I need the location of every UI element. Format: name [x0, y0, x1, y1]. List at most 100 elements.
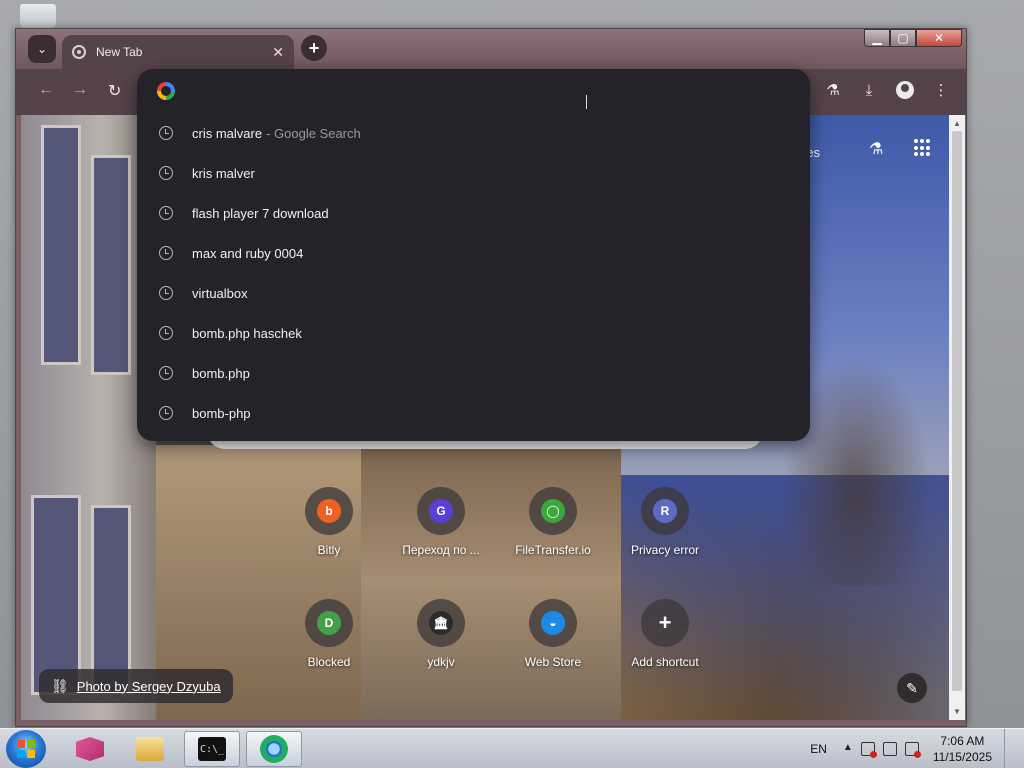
suggestion-item[interactable]: cris malvare - Google Search	[137, 113, 810, 153]
start-button[interactable]	[6, 730, 46, 768]
taskbar-file-explorer[interactable]	[122, 731, 178, 767]
customize-button[interactable]: ✎	[897, 673, 927, 703]
taskbar: C:\_ EN ▲ 7:06 AM 11/15/2025	[0, 728, 1024, 768]
omnibox-dropdown: cris malvare - Google Search kris malver fl…	[137, 69, 810, 441]
omnibox-input-row	[137, 69, 810, 113]
tab-close-button[interactable]: ✕	[272, 44, 284, 61]
photo-credit-link[interactable]: ⛓ Photo by Sergey Dzyuba	[39, 669, 233, 703]
action-center-icon[interactable]	[860, 742, 877, 758]
suggestion-text: bomb.php haschek	[192, 325, 302, 341]
download-icon[interactable]: ⤓	[858, 79, 880, 101]
chrome-icon	[72, 45, 86, 59]
tray-icons: ▲	[843, 742, 921, 758]
history-icon	[159, 246, 173, 260]
chrome-icon	[260, 735, 288, 763]
shortcut-tile[interactable]: ◒ Web Store	[503, 599, 603, 669]
shortcut-label: Переход по ...	[402, 543, 480, 557]
scrollbar-thumb[interactable]	[952, 131, 962, 691]
shortcut-icon-wrap: R	[641, 487, 689, 535]
history-icon	[159, 406, 173, 420]
suggestion-item[interactable]: virtualbox	[137, 273, 810, 313]
tab-new-tab[interactable]: New Tab ✕	[62, 35, 294, 69]
title-bar[interactable]: ⌄ New Tab ✕ + ▁ ▢ ✕	[16, 29, 966, 69]
shortcut-label: Bitly	[317, 543, 341, 557]
volume-icon[interactable]	[904, 742, 921, 758]
network-icon[interactable]	[882, 742, 897, 756]
history-icon	[159, 326, 173, 340]
shortcut-tile[interactable]: 🏛 ydkjv	[391, 599, 491, 669]
scroll-up-icon[interactable]: ▲	[953, 119, 961, 128]
shortcut-tile[interactable]: R Privacy error	[615, 487, 715, 557]
suggestion-source: - Google Search	[266, 125, 361, 141]
suggestion-item[interactable]: bomb.php haschek	[137, 313, 810, 353]
shortcut-tile[interactable]: b Bitly	[279, 487, 379, 557]
page-scrollbar[interactable]: ▲ ▼	[949, 115, 965, 720]
menu-button[interactable]: ⋮	[930, 79, 952, 101]
maximize-button[interactable]: ▢	[890, 29, 916, 47]
suggestion-item[interactable]: flash player 7 download	[137, 193, 810, 233]
reload-button[interactable]: ↻	[108, 81, 121, 101]
shortcut-icon: G	[429, 499, 453, 523]
shortcut-tile[interactable]: ◯ FileTransfer.io	[503, 487, 603, 557]
taskbar-app-1[interactable]	[62, 731, 118, 767]
profile-button[interactable]	[894, 79, 916, 101]
taskbar-command-prompt[interactable]: C:\_	[184, 731, 240, 767]
shortcut-tile[interactable]: + Add shortcut	[615, 599, 715, 669]
address-bar-input[interactable]	[187, 79, 747, 103]
shortcut-icon: ◯	[541, 499, 565, 523]
shortcut-icon: 🏛	[429, 611, 453, 635]
back-button[interactable]: ←	[38, 81, 54, 99]
shortcut-label: ydkjv	[427, 655, 455, 669]
photo-credit-text: Photo by Sergey Dzyuba	[76, 678, 221, 694]
shortcut-tile[interactable]: G Переход по ...	[391, 487, 491, 557]
shortcut-label: Web Store	[524, 655, 582, 669]
history-icon	[159, 166, 173, 180]
minimize-button[interactable]: ▁	[864, 29, 890, 47]
avatar-icon	[896, 81, 914, 99]
scroll-down-icon[interactable]: ▼	[953, 707, 961, 716]
google-icon	[157, 82, 175, 100]
suggestion-text: flash player 7 download	[192, 205, 329, 221]
system-tray: EN ▲ 7:06 AM 11/15/2025	[810, 729, 1014, 768]
suggestion-item[interactable]: max and ruby 0004	[137, 233, 810, 273]
link-icon: ⛓	[51, 677, 69, 694]
suggestion-text: bomb-php	[192, 405, 251, 421]
forward-button[interactable]: →	[72, 81, 88, 99]
shortcut-tile[interactable]: D Blocked	[279, 599, 379, 669]
tab-search-button[interactable]: ⌄	[28, 35, 56, 63]
suggestion-text: bomb.php	[192, 365, 250, 381]
clock-date: 11/15/2025	[932, 750, 992, 764]
history-icon	[159, 286, 173, 300]
apps-grid-icon[interactable]	[914, 139, 932, 157]
language-indicator[interactable]: EN	[810, 742, 827, 756]
suggestion-text: cris malvare	[192, 125, 263, 141]
new-tab-button[interactable]: +	[301, 35, 327, 61]
terminal-icon: C:\_	[198, 737, 226, 761]
suggestion-text: virtualbox	[192, 285, 248, 301]
shortcut-icon: R	[653, 499, 677, 523]
suggestion-text: kris malver	[192, 165, 255, 181]
suggestion-item[interactable]: bomb.php	[137, 353, 810, 393]
shortcut-icon-wrap: G	[417, 487, 465, 535]
shortcut-icon-wrap: b	[305, 487, 353, 535]
background-building-left	[21, 115, 156, 720]
recycle-bin-icon[interactable]	[20, 4, 56, 30]
taskbar-chrome[interactable]	[246, 731, 302, 767]
suggestion-list: cris malvare - Google Search kris malver fl…	[137, 113, 810, 433]
shortcut-icon-wrap: ◯	[529, 487, 577, 535]
shortcut-icon: ◒	[541, 611, 565, 635]
suggestion-item[interactable]: kris malver	[137, 153, 810, 193]
history-icon	[159, 366, 173, 380]
system-clock[interactable]: 7:06 AM 11/15/2025	[933, 733, 992, 765]
shortcut-icon: D	[317, 611, 341, 635]
labs-icon[interactable]: ⚗	[869, 139, 883, 159]
shortcut-label: Blocked	[307, 655, 351, 669]
history-icon	[159, 126, 173, 140]
labs-icon[interactable]: ⚗	[822, 79, 844, 101]
close-button[interactable]: ✕	[916, 29, 962, 47]
show-desktop-button[interactable]	[1004, 729, 1014, 768]
history-icon	[159, 206, 173, 220]
tray-expand-icon[interactable]: ▲	[843, 742, 853, 756]
text-cursor-icon	[586, 95, 588, 109]
suggestion-item[interactable]: bomb-php	[137, 393, 810, 433]
